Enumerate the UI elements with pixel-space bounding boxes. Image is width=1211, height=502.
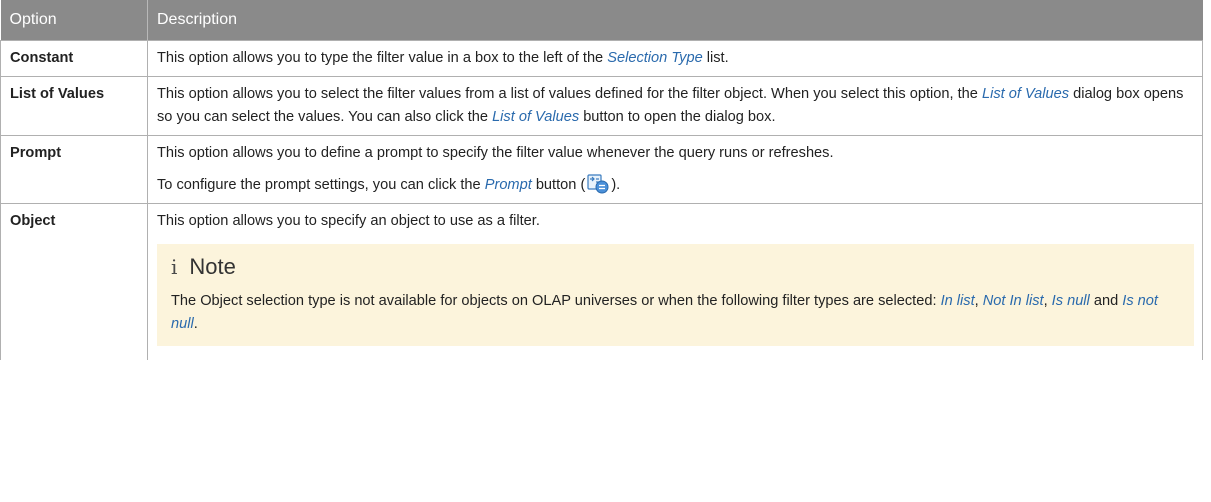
table-row: Object This option allows you to specify… bbox=[0, 203, 1203, 360]
header-description: Description bbox=[147, 0, 1203, 41]
description-text: This option allows you to specify an obj… bbox=[157, 213, 540, 229]
option-prompt: Prompt bbox=[0, 135, 148, 204]
list-of-values-button-link[interactable]: List of Values bbox=[492, 109, 579, 125]
option-object: Object bbox=[0, 203, 148, 360]
list-of-values-link[interactable]: List of Values bbox=[982, 86, 1069, 102]
description-text: This option allows you to select the fil… bbox=[157, 86, 982, 102]
description-list-of-values: This option allows you to select the fil… bbox=[147, 76, 1203, 136]
option-list-of-values: List of Values bbox=[0, 76, 148, 136]
separator: , bbox=[974, 293, 983, 309]
prompt-settings-icon bbox=[587, 174, 609, 194]
description-text: button ( bbox=[531, 177, 586, 193]
not-in-list-link[interactable]: Not In list bbox=[983, 293, 1044, 309]
header-row: Option Description bbox=[0, 0, 1203, 41]
separator: . bbox=[193, 316, 198, 332]
note-text: The Object selection type is not availab… bbox=[171, 290, 1180, 336]
note-header: i Note bbox=[171, 252, 1180, 282]
header-option: Option bbox=[0, 0, 148, 41]
description-text: To configure the prompt settings, you ca… bbox=[157, 177, 485, 193]
note-text-part: The Object selection type is not availab… bbox=[171, 293, 941, 309]
description-object: This option allows you to specify an obj… bbox=[147, 203, 1203, 360]
table-row: List of Values This option allows you to… bbox=[0, 76, 1203, 136]
table-row: Prompt This option allows you to define … bbox=[0, 135, 1203, 204]
description-constant: This option allows you to type the filte… bbox=[147, 40, 1203, 77]
selection-type-link[interactable]: Selection Type bbox=[607, 50, 702, 66]
separator: and bbox=[1089, 293, 1123, 309]
option-constant: Constant bbox=[0, 40, 148, 77]
description-text: list. bbox=[702, 50, 729, 66]
note-box: i Note The Object selection type is not … bbox=[157, 244, 1194, 346]
description-text: button to open the dialog box. bbox=[579, 109, 776, 125]
description-text: This option allows you to type the filte… bbox=[157, 50, 608, 66]
in-list-link[interactable]: In list bbox=[941, 293, 975, 309]
description-text: This option allows you to define a promp… bbox=[157, 145, 834, 161]
separator: , bbox=[1043, 293, 1052, 309]
description-text: ). bbox=[611, 177, 621, 193]
description-prompt: This option allows you to define a promp… bbox=[147, 135, 1203, 204]
selection-type-table: Option Description Constant This option … bbox=[0, 0, 1203, 360]
is-null-link[interactable]: Is null bbox=[1052, 293, 1090, 309]
info-icon: i bbox=[171, 255, 178, 279]
note-title: Note bbox=[189, 254, 236, 279]
table-row: Constant This option allows you to type … bbox=[0, 40, 1203, 77]
prompt-link[interactable]: Prompt bbox=[485, 177, 532, 193]
